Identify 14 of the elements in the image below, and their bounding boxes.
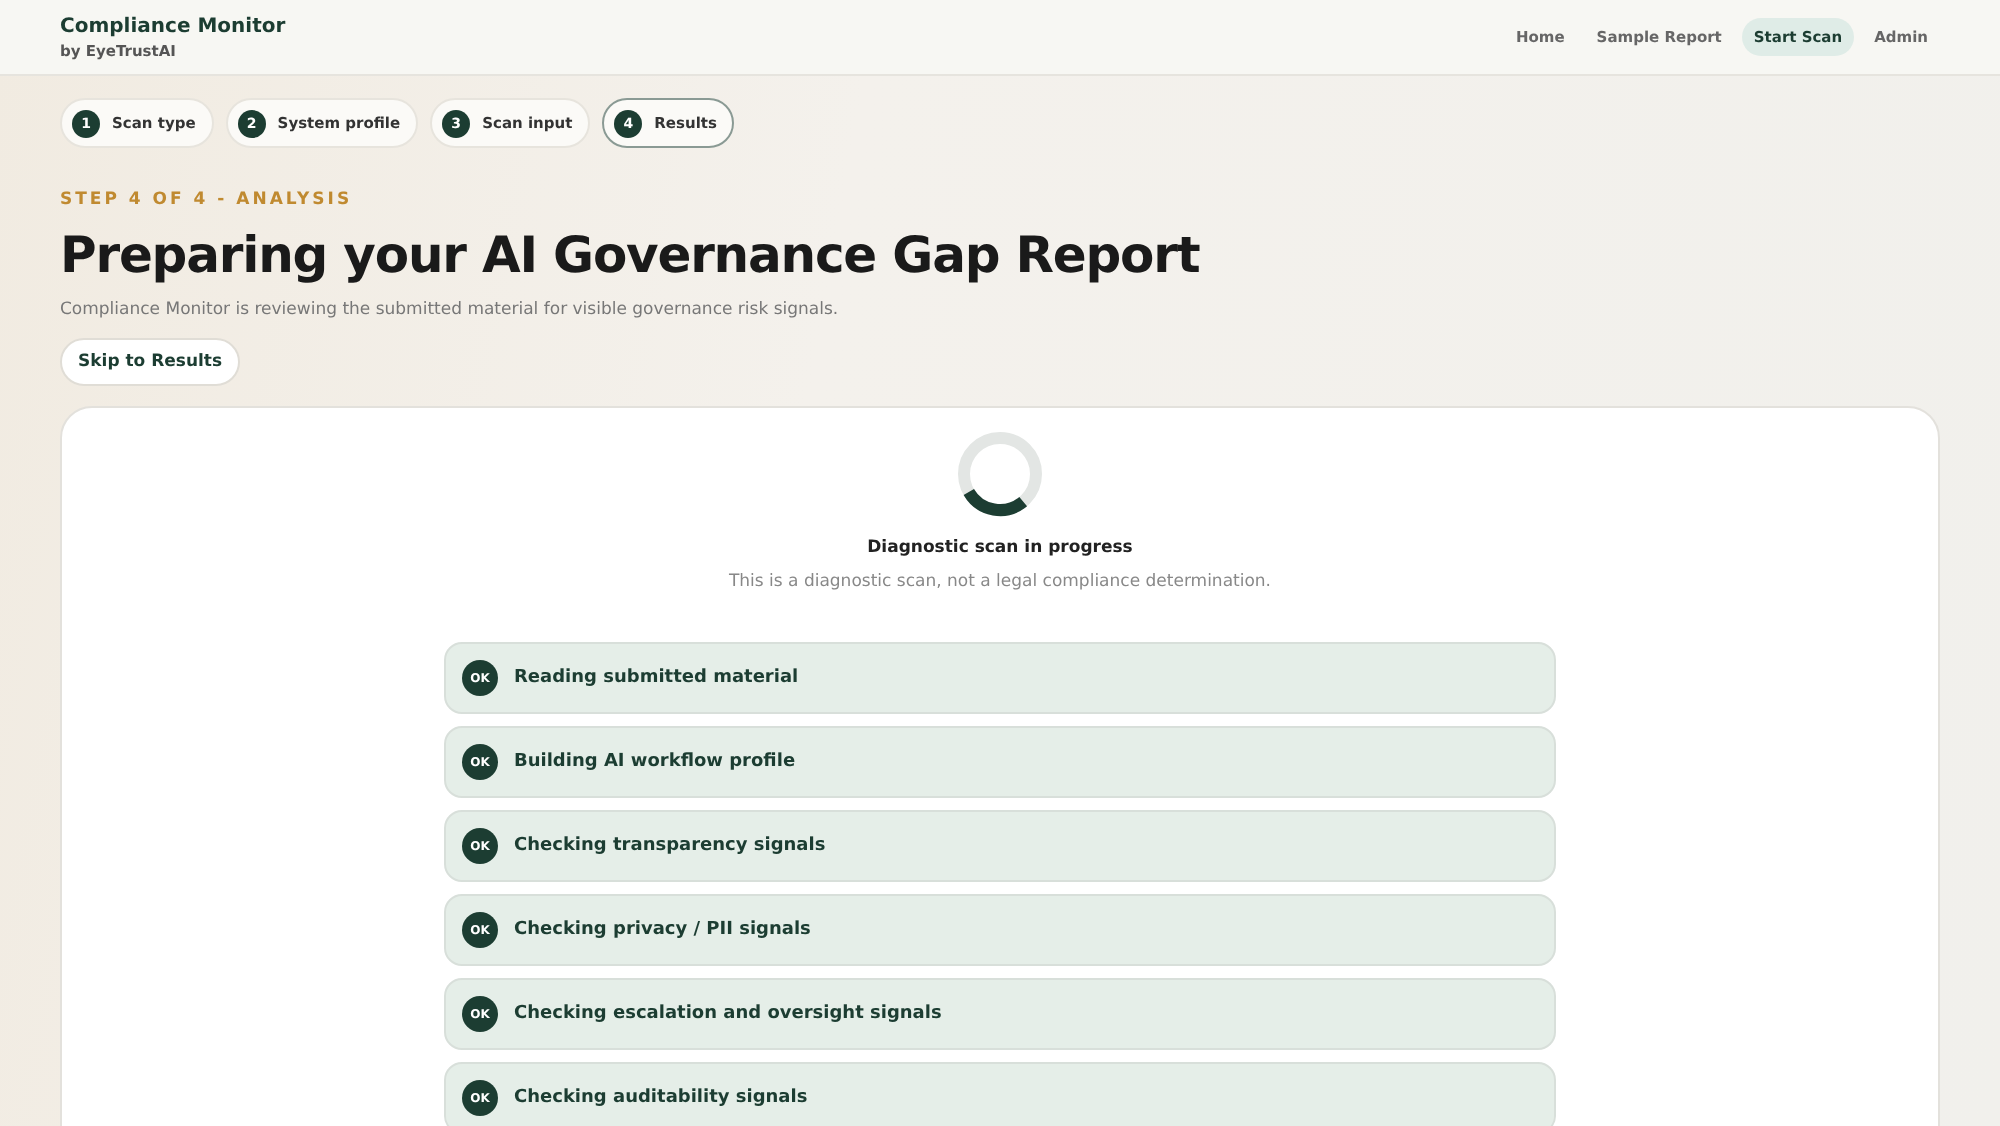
check-label: Reading submitted material	[514, 668, 799, 688]
check-label: Checking auditability signals	[514, 1088, 808, 1108]
spinner-icon	[954, 428, 1046, 520]
check-label: Building AI workflow profile	[514, 752, 796, 772]
check-label: Checking transparency signals	[514, 836, 826, 856]
scan-note: This is a diagnostic scan, not a legal compliance determination.	[728, 572, 1272, 592]
page-subtitle: Compliance Monitor is reviewing the submitted material for visible governance risk signals.	[60, 300, 841, 320]
check-label: Checking escalation and oversight signals	[514, 1004, 942, 1024]
skip-button[interactable]: Skip to Results	[60, 338, 241, 386]
page-title: Preparing your AI Governance Gap Report	[60, 226, 1202, 284]
scan-status: Diagnostic scan in progress	[867, 538, 1133, 558]
check-label: Checking privacy / PII signals	[514, 920, 811, 940]
brand-name: Compliance Monitor	[60, 15, 286, 37]
step-caption: STEP 4 OF 4 - ANALYSIS	[60, 190, 355, 210]
